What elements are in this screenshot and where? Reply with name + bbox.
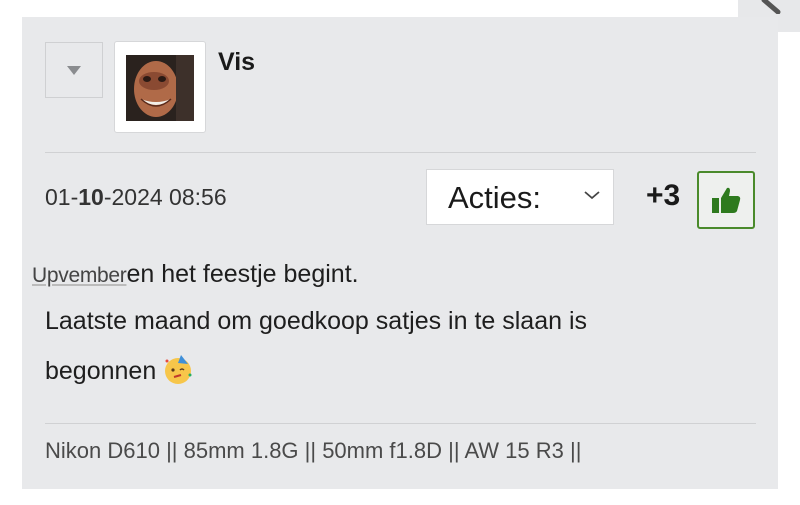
post-timestamp[interactable]: 01-10-2024 08:56 xyxy=(45,184,227,211)
vote-score: +3 xyxy=(646,179,681,212)
timestamp-day: 01- xyxy=(45,184,79,210)
post-line-1: Upvemberen het feestje begint. xyxy=(32,260,359,289)
triangle-down-icon xyxy=(67,66,81,75)
post-line-2: Laatste maand om goedkoop satjes in te s… xyxy=(45,307,588,335)
party-face-emoji xyxy=(165,355,192,384)
username[interactable]: Vis xyxy=(218,48,255,77)
post-line-3: begonnen xyxy=(45,353,194,386)
actions-dropdown[interactable]: Acties: xyxy=(426,169,614,225)
collapse-toggle-button[interactable] xyxy=(45,42,103,98)
divider xyxy=(45,152,756,153)
post-line-1-text: en het feestje begint. xyxy=(126,260,359,288)
tag-link[interactable]: Upvember xyxy=(32,264,127,287)
post-line-3-text: begonnen xyxy=(45,357,157,385)
user-signature: Nikon D610 || 85mm 1.8G || 50mm f1.8D ||… xyxy=(45,438,582,463)
actions-dropdown-label: Acties: xyxy=(448,180,542,215)
chevron-down-icon xyxy=(584,191,600,200)
timestamp-month: 10 xyxy=(78,184,104,210)
edit-icon xyxy=(761,0,781,14)
like-button[interactable] xyxy=(697,171,755,229)
avatar-image xyxy=(126,55,194,121)
divider xyxy=(45,423,756,424)
thumbs-up-icon xyxy=(712,187,741,213)
avatar[interactable] xyxy=(114,41,206,133)
timestamp-rest: -2024 08:56 xyxy=(103,184,227,210)
forum-post: Vis 01-10-2024 08:56 Acties: +3 Upvember… xyxy=(22,17,778,489)
